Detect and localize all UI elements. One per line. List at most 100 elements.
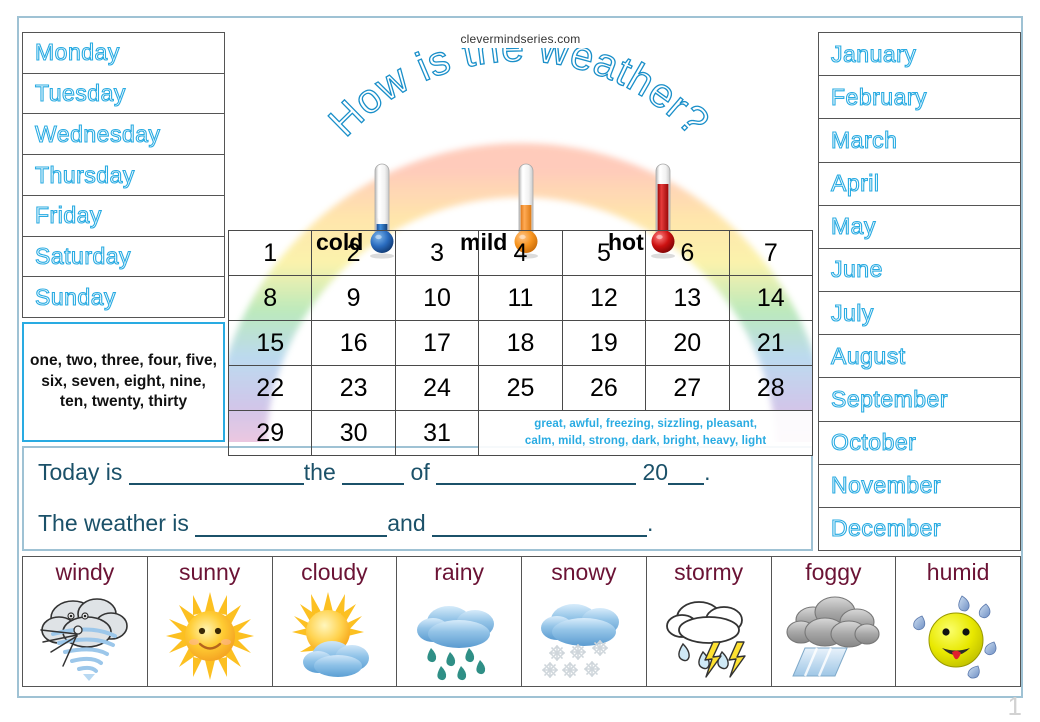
weekday-label: Monday (34, 39, 120, 66)
month-label: May (830, 213, 876, 240)
day-cell[interactable]: 22 (227, 365, 313, 411)
day-cell[interactable]: 28 (728, 365, 814, 411)
sentence-the-weather-is: The weather is and . (38, 511, 797, 537)
day-cell[interactable]: 7 (728, 230, 814, 276)
blank-weather-1[interactable] (195, 515, 388, 537)
weather-label: rainy (434, 559, 485, 585)
table-row: 15 16 17 18 19 20 21 (227, 320, 814, 366)
day-cell[interactable]: 8 (227, 275, 313, 321)
weekday-item[interactable]: Wednesday (23, 114, 224, 156)
rainy-icon (397, 585, 521, 686)
foggy-icon (772, 585, 896, 686)
weekday-label: Friday (34, 202, 102, 229)
day-cell[interactable]: 30 (311, 410, 396, 456)
adjectives-line-1: great, awful, freezing, sizzling, pleasa… (534, 418, 758, 431)
blank-date-ordinal[interactable] (342, 463, 405, 486)
weather-label: cloudy (301, 559, 368, 585)
sentence-text: the (303, 459, 336, 485)
month-item[interactable]: March (819, 119, 1020, 163)
month-label: July (830, 299, 874, 326)
blank-weather-2[interactable] (432, 515, 648, 537)
day-cell[interactable]: 29 (227, 410, 313, 456)
day-cell[interactable]: 20 (645, 320, 730, 366)
month-item[interactable]: May (819, 206, 1020, 249)
weekday-item[interactable]: Tuesday (23, 74, 224, 115)
weather-card-foggy[interactable]: foggy (772, 557, 897, 686)
month-item[interactable]: July (819, 292, 1020, 336)
day-cell[interactable]: 26 (561, 365, 647, 411)
day-cell[interactable]: 25 (478, 365, 563, 411)
weather-label: sunny (178, 559, 241, 585)
weather-card-rainy[interactable]: rainy (397, 557, 522, 686)
month-item[interactable]: September (819, 378, 1020, 422)
weather-card-humid[interactable]: humid (896, 557, 1020, 686)
month-item[interactable]: August (819, 335, 1020, 379)
windy-icon (23, 585, 147, 686)
table-row: 1 2 3 4 5 6 7 (227, 230, 814, 276)
day-cell[interactable]: 23 (311, 365, 396, 411)
day-cell[interactable]: 3 (394, 230, 480, 276)
weather-card-stormy[interactable]: stormy (647, 557, 772, 686)
weekday-label: Tuesday (34, 80, 126, 107)
number-words-text: one, two, three, four, five, six, seven,… (30, 352, 217, 411)
weather-card-snowy[interactable]: snowy (522, 557, 647, 686)
table-row: 29 30 31 great, awful, freezing, sizzlin… (227, 410, 813, 456)
weather-card-cloudy[interactable]: cloudy (273, 557, 398, 686)
table-row: 22 23 24 25 26 27 28 (227, 365, 814, 411)
weekday-item[interactable]: Monday (23, 33, 224, 74)
weather-label: humid (926, 559, 990, 585)
day-cell[interactable]: 31 (394, 410, 480, 456)
blank-weekday[interactable] (128, 463, 304, 486)
day-cell[interactable]: 15 (227, 320, 313, 366)
day-cell[interactable]: 24 (394, 365, 480, 411)
month-item[interactable]: February (819, 76, 1020, 120)
weekday-label: Thursday (34, 161, 135, 188)
month-label: December (830, 515, 942, 542)
month-item[interactable]: November (819, 465, 1020, 508)
fill-in-sentences-box: Today is the of 20. The weather is and . (22, 446, 813, 551)
month-label: February (830, 83, 928, 110)
month-label: November (830, 472, 942, 499)
day-cell[interactable]: 13 (645, 275, 730, 321)
day-cell[interactable]: 21 (728, 320, 814, 366)
day-cell[interactable]: 12 (561, 275, 647, 321)
day-cell[interactable]: 9 (311, 275, 396, 321)
months-list: January February March April May June Ju… (818, 32, 1021, 551)
stormy-icon (647, 585, 771, 686)
day-cell[interactable]: 16 (311, 320, 396, 366)
day-cell[interactable]: 27 (645, 365, 730, 411)
month-item[interactable]: April (819, 163, 1020, 206)
humid-icon (896, 585, 1020, 686)
day-cell[interactable]: 1 (227, 230, 313, 276)
weather-label: snowy (551, 559, 617, 585)
day-cell[interactable]: 18 (478, 320, 563, 366)
day-cell[interactable]: 2 (311, 230, 396, 276)
sentence-today-is: Today is the of 20. (38, 459, 797, 486)
day-cell[interactable]: 17 (394, 320, 480, 366)
weather-card-sunny[interactable]: sunny (148, 557, 273, 686)
month-item[interactable]: January (819, 33, 1020, 77)
day-cell[interactable]: 10 (394, 275, 480, 321)
blank-year[interactable] (668, 463, 705, 486)
number-words-box: one, two, three, four, five, six, seven,… (22, 322, 225, 442)
day-cell[interactable]: 11 (478, 275, 563, 321)
day-cell[interactable]: 4 (478, 230, 563, 276)
day-cell[interactable]: 6 (645, 230, 730, 276)
weekday-item[interactable]: Thursday (23, 155, 224, 196)
snowy-icon (522, 585, 646, 686)
weather-label: windy (55, 559, 115, 585)
month-item[interactable]: June (819, 249, 1020, 293)
weekday-item[interactable]: Friday (23, 196, 224, 237)
sunny-icon (148, 585, 272, 686)
day-cell[interactable]: 5 (561, 230, 647, 276)
weekday-item[interactable]: Sunday (23, 277, 224, 317)
month-item[interactable]: October (819, 422, 1020, 465)
sentence-text: Today is (38, 459, 123, 485)
day-cell[interactable]: 14 (728, 275, 814, 321)
cloudy-icon (273, 585, 397, 686)
day-cell[interactable]: 19 (561, 320, 647, 366)
weekday-item[interactable]: Saturday (23, 237, 224, 278)
month-item[interactable]: December (819, 508, 1020, 550)
blank-month[interactable] (436, 463, 637, 486)
weather-card-windy[interactable]: windy (23, 557, 148, 686)
